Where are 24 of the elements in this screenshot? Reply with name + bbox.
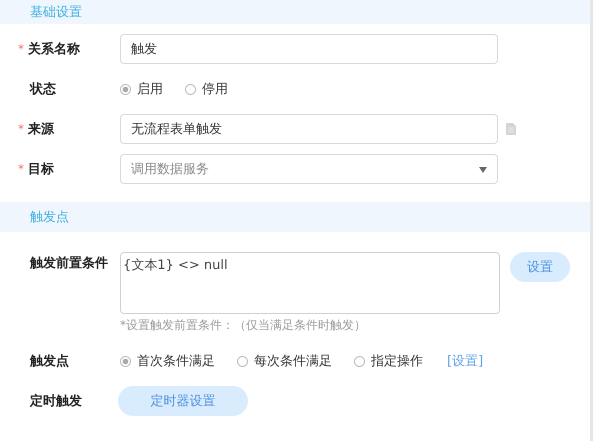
- radio-option[interactable]: 每次条件满足: [237, 352, 332, 370]
- required-asterisk: *: [18, 162, 25, 176]
- section-title: 触发点: [30, 209, 69, 226]
- document-icon[interactable]: [506, 123, 516, 135]
- radio-option[interactable]: 停用: [185, 80, 228, 98]
- text-field[interactable]: 无流程表单触发: [120, 114, 498, 144]
- field-label: 状态: [30, 81, 56, 98]
- field-label: 关系名称: [28, 40, 80, 58]
- field-label: 目标: [28, 161, 54, 178]
- required-asterisk: *: [18, 122, 25, 136]
- field-label: 触发前置条件: [30, 255, 108, 272]
- radio-option[interactable]: 启用: [120, 80, 163, 98]
- select-field[interactable]: 调用数据服务: [120, 154, 498, 184]
- field-label: 触发点: [30, 353, 69, 370]
- radio-option[interactable]: 首次条件满足: [120, 352, 215, 370]
- required-asterisk: *: [18, 42, 25, 56]
- section-title: 基础设置: [30, 4, 82, 21]
- hint-text: *设置触发前置条件：（仅当满足条件时触发）: [120, 317, 367, 334]
- field-label: 来源: [28, 121, 54, 138]
- caret-icon: [479, 167, 487, 173]
- field-label: 定时触发: [30, 392, 82, 410]
- condition-textarea[interactable]: {文本1} <> null: [120, 252, 500, 314]
- text-field[interactable]: 触发: [120, 34, 498, 64]
- radio-option[interactable]: 指定操作: [354, 352, 423, 370]
